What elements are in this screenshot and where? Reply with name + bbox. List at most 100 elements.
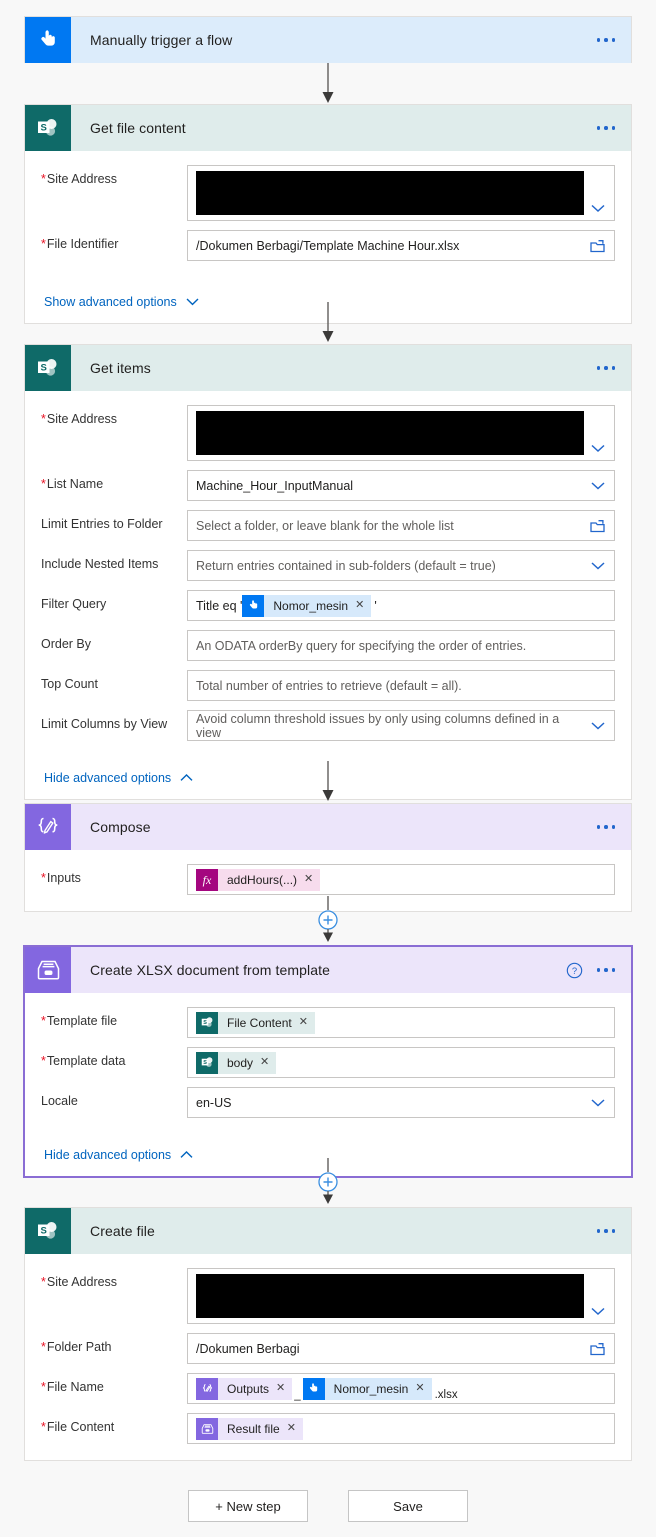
- field-row-site-address: *Site Address: [41, 405, 615, 461]
- remove-token-icon[interactable]: ✕: [304, 874, 313, 885]
- remove-token-icon[interactable]: ✕: [276, 1383, 285, 1394]
- compose-braces-icon: [196, 1377, 218, 1400]
- field-value: Machine_Hour_InputManual: [196, 478, 354, 493]
- folder-picker-icon[interactable]: [590, 519, 605, 532]
- remove-token-icon[interactable]: ✕: [415, 1383, 424, 1394]
- field-row-top-count: Top Count Total number of entries to ret…: [41, 670, 615, 701]
- more-options-icon[interactable]: [596, 38, 615, 42]
- limit-columns-by-view-input[interactable]: Avoid column threshold issues by only us…: [187, 710, 615, 741]
- dynamic-content-token[interactable]: Outputs ✕: [196, 1377, 293, 1400]
- folder-path-input[interactable]: /Dokumen Berbagi: [187, 1333, 615, 1364]
- card-title: Create file: [90, 1223, 155, 1239]
- chevron-down-icon[interactable]: [591, 1098, 605, 1107]
- field-row-inputs: *Inputs fx addHours(...) ✕: [41, 864, 615, 895]
- template-data-field[interactable]: S body ✕: [187, 1047, 615, 1078]
- field-placeholder: Avoid column threshold issues by only us…: [196, 711, 560, 740]
- flow-step-manual-trigger[interactable]: Manually trigger a flow: [24, 16, 632, 63]
- field-row-file-identifier: *File Identifier /Dokumen Berbagi/Templa…: [41, 230, 615, 261]
- card-body: *Template file S File Content ✕ *Templat…: [25, 993, 631, 1134]
- chevron-down-icon[interactable]: [591, 1307, 605, 1316]
- insert-step-connector: [0, 1158, 656, 1206]
- card-header[interactable]: Manually trigger a flow: [25, 17, 631, 63]
- dynamic-content-token[interactable]: S body ✕: [196, 1051, 277, 1074]
- remove-token-icon[interactable]: ✕: [355, 600, 364, 611]
- chevron-down-icon[interactable]: [591, 561, 605, 570]
- chevron-down-icon[interactable]: [591, 721, 605, 730]
- chevron-down-icon[interactable]: [591, 444, 605, 453]
- more-options-icon[interactable]: [596, 968, 615, 972]
- chevron-down-icon[interactable]: [591, 204, 605, 213]
- sharepoint-icon: S: [25, 1208, 71, 1254]
- svg-text:fx: fx: [203, 873, 212, 887]
- token-label: addHours(...): [227, 872, 298, 887]
- locale-select[interactable]: en-US: [187, 1087, 615, 1118]
- field-row-folder-path: *Folder Path /Dokumen Berbagi: [41, 1333, 615, 1364]
- inputs-field[interactable]: fx addHours(...) ✕: [187, 864, 615, 895]
- field-label: *List Name: [41, 477, 104, 491]
- flow-footer-actions: + New step Save: [0, 1490, 656, 1522]
- remove-token-icon[interactable]: ✕: [299, 1017, 308, 1028]
- file-content-field[interactable]: Result file ✕: [187, 1413, 615, 1444]
- more-options-icon[interactable]: [596, 825, 615, 829]
- card-header[interactable]: Create XLSX document from template ?: [25, 947, 631, 993]
- file-name-field[interactable]: Outputs ✕ _ Nomor_mesin ✕ .xlsx: [187, 1373, 615, 1404]
- field-label: *Site Address: [41, 172, 118, 186]
- folder-picker-icon[interactable]: [590, 1342, 605, 1355]
- list-name-input[interactable]: Machine_Hour_InputManual: [187, 470, 615, 501]
- required-asterisk: *: [41, 1275, 46, 1289]
- site-address-input[interactable]: [187, 165, 615, 221]
- more-options-icon[interactable]: [596, 126, 615, 130]
- dynamic-content-token[interactable]: Nomor_mesin ✕: [242, 594, 372, 617]
- more-options-icon[interactable]: [596, 1229, 615, 1233]
- expression-token[interactable]: fx addHours(...) ✕: [196, 868, 321, 891]
- field-row-include-nested-items: Include Nested Items Return entries cont…: [41, 550, 615, 581]
- more-options-icon[interactable]: [596, 366, 615, 370]
- token-label: Nomor_mesin: [273, 598, 349, 613]
- required-asterisk: *: [41, 172, 46, 186]
- site-address-input[interactable]: [187, 1268, 615, 1324]
- card-title: Get file content: [90, 120, 186, 136]
- remove-token-icon[interactable]: ✕: [287, 1423, 296, 1434]
- card-header[interactable]: S Get file content: [25, 105, 631, 151]
- limit-entries-to-folder-input[interactable]: Select a folder, or leave blank for the …: [187, 510, 615, 541]
- flow-step-create-file[interactable]: S Create file *Site Address *Folder Path…: [24, 1207, 632, 1461]
- insert-step-connector: [0, 896, 656, 944]
- site-address-input[interactable]: [187, 405, 615, 461]
- help-icon[interactable]: ?: [566, 962, 583, 979]
- svg-text:S: S: [203, 1060, 207, 1066]
- field-row-list-name: *List Name Machine_Hour_InputManual: [41, 470, 615, 501]
- svg-text:S: S: [41, 1225, 47, 1236]
- card-header[interactable]: S Create file: [25, 1208, 631, 1254]
- card-title: Get items: [90, 360, 151, 376]
- new-step-button[interactable]: + New step: [188, 1490, 308, 1522]
- svg-text:S: S: [41, 362, 47, 373]
- flow-step-create-xlsx-from-template[interactable]: Create XLSX document from template ? *Te…: [23, 945, 633, 1178]
- file-box-icon: [196, 1417, 218, 1440]
- token-label: Nomor_mesin: [333, 1381, 409, 1396]
- include-nested-items-input[interactable]: Return entries contained in sub-folders …: [187, 550, 615, 581]
- chevron-down-icon[interactable]: [591, 481, 605, 490]
- folder-picker-icon[interactable]: [590, 239, 605, 252]
- required-asterisk: *: [41, 237, 46, 251]
- filter-query-input[interactable]: Title eq ' Nomor_mesin ✕ ': [187, 590, 615, 621]
- save-button[interactable]: Save: [348, 1490, 468, 1522]
- card-header[interactable]: Compose: [25, 804, 631, 850]
- card-header[interactable]: S Get items: [25, 345, 631, 391]
- field-label: Order By: [41, 637, 92, 651]
- connector-arrow: [0, 761, 656, 803]
- card-title: Compose: [90, 819, 151, 835]
- flow-step-get-items[interactable]: S Get items *Site Address *List Name Mac…: [24, 344, 632, 800]
- flow-step-get-file-content[interactable]: S Get file content *Site Address *File I…: [24, 104, 632, 324]
- field-row-file-name: *File Name Outputs ✕ _ Nomor_mesin ✕ .xl…: [41, 1373, 615, 1404]
- tap-hand-icon: [302, 1377, 325, 1400]
- template-file-field[interactable]: S File Content ✕: [187, 1007, 615, 1038]
- dynamic-content-token[interactable]: S File Content ✕: [196, 1011, 315, 1034]
- top-count-input[interactable]: Total number of entries to retrieve (def…: [187, 670, 615, 701]
- dynamic-content-token[interactable]: Result file ✕: [196, 1417, 303, 1440]
- dynamic-content-token[interactable]: Nomor_mesin ✕: [302, 1377, 432, 1400]
- field-row-limit-entries-to-folder: Limit Entries to Folder Select a folder,…: [41, 510, 615, 541]
- remove-token-icon[interactable]: ✕: [260, 1057, 269, 1068]
- compose-braces-icon: [25, 804, 71, 850]
- order-by-input[interactable]: An ODATA orderBy query for specifying th…: [187, 630, 615, 661]
- file-identifier-input[interactable]: /Dokumen Berbagi/Template Machine Hour.x…: [187, 230, 615, 261]
